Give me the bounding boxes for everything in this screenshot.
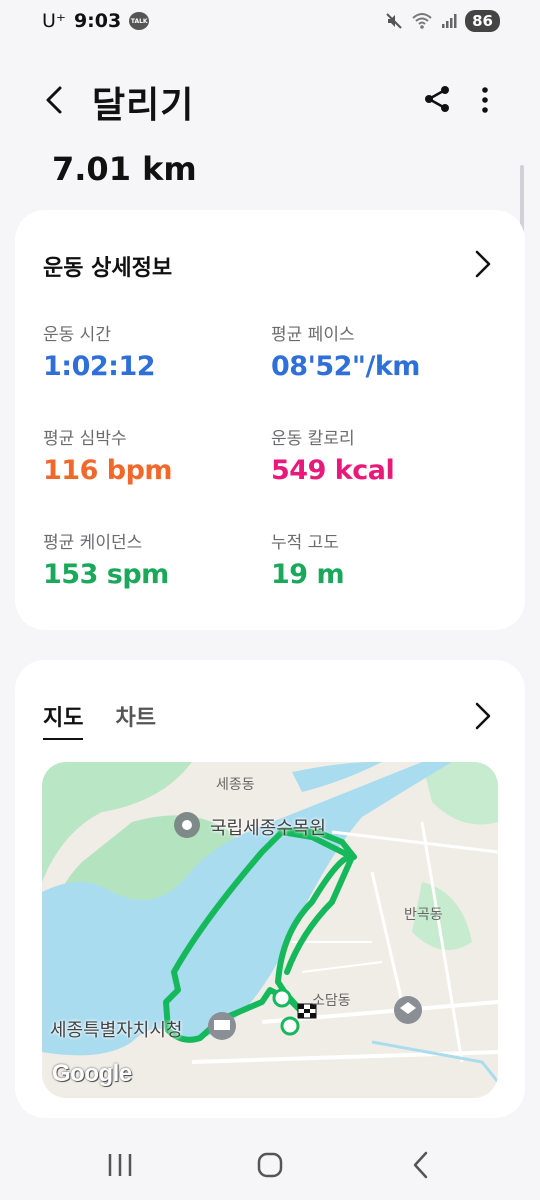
map-canvas [42, 762, 498, 1083]
details-expand-button[interactable] [467, 246, 497, 282]
map-attribution: Google [52, 1060, 132, 1087]
back-button[interactable] [36, 80, 76, 120]
metric-cadence: 평균 케이던스 153 spm [43, 528, 169, 590]
home-icon [257, 1152, 283, 1178]
back-nav-button[interactable] [402, 1148, 442, 1182]
home-button[interactable] [250, 1148, 290, 1182]
page-title: 달리기 [92, 85, 195, 126]
recent-apps-button[interactable] [100, 1148, 140, 1182]
chevron-left-icon [46, 86, 62, 114]
metric-value: 1:02:12 [43, 351, 156, 382]
status-right: 86 [385, 10, 500, 32]
more-options-button[interactable] [470, 80, 500, 120]
battery-indicator: 86 [465, 10, 500, 32]
metric-label: 운동 시간 [43, 325, 111, 345]
mute-icon [386, 13, 402, 29]
metric-label: 평균 심박수 [43, 429, 127, 449]
metric-elevation: 누적 고도 19 m [271, 528, 345, 590]
share-button[interactable] [420, 82, 454, 116]
map-chart-tabs: 지도 차트 [43, 700, 156, 740]
map-label-sejong-dong: 세종동 [216, 777, 255, 793]
metric-label: 평균 페이스 [271, 325, 355, 345]
total-distance: 7.01 km [52, 150, 197, 188]
share-icon [425, 86, 449, 112]
map-expand-button[interactable] [467, 698, 497, 734]
details-title: 운동 상세정보 [43, 256, 173, 281]
status-time: 9:03 [73, 10, 122, 32]
status-left: U⁺ 9:03 TALK [42, 10, 150, 32]
tab-map[interactable]: 지도 [43, 700, 84, 740]
route-map-card: 지도 차트 세종동 국립세종수목원 반곡동 소담동 세종특별자치시청 Googl… [15, 660, 525, 1118]
chevron-right-icon [475, 250, 491, 278]
workout-details-card[interactable]: 운동 상세정보 운동 시간 1:02:12 평균 페이스 08'52"/km 평… [15, 210, 525, 630]
wifi-icon [412, 13, 432, 29]
tab-chart[interactable]: 차트 [115, 700, 155, 740]
more-vertical-icon [482, 87, 488, 113]
metric-value: 19 m [271, 559, 345, 590]
map-label-arboretum: 국립세종수목원 [210, 818, 326, 839]
map-label-sodam-dong: 소담동 [312, 993, 351, 1009]
metric-value: 116 bpm [43, 455, 173, 486]
metric-pace: 평균 페이스 08'52"/km [271, 320, 420, 382]
metric-label: 평균 케이던스 [43, 533, 143, 553]
route-map[interactable]: 세종동 국립세종수목원 반곡동 소담동 세종특별자치시청 Google [42, 762, 498, 1098]
app-header: 달리기 [0, 70, 540, 130]
metric-value: 153 spm [43, 559, 169, 590]
metric-heart-rate: 평균 심박수 116 bpm [43, 424, 173, 486]
talk-notification-icon: TALK [129, 12, 150, 30]
metric-value: 549 kcal [271, 455, 395, 486]
system-nav-bar [0, 1130, 540, 1200]
metric-calories: 운동 칼로리 549 kcal [271, 424, 395, 486]
back-icon [413, 1151, 428, 1179]
carrier-label: U⁺ [42, 10, 66, 32]
map-label-city-hall: 세종특별자치시청 [50, 1020, 183, 1041]
chevron-right-icon [475, 702, 491, 730]
signal-icon [442, 14, 457, 28]
metric-label: 누적 고도 [271, 533, 339, 553]
metric-duration: 운동 시간 1:02:12 [43, 320, 156, 382]
metric-label: 운동 칼로리 [271, 429, 355, 449]
recent-apps-icon [108, 1154, 132, 1176]
status-bar: U⁺ 9:03 TALK 86 [0, 0, 540, 46]
map-label-bangok-dong: 반곡동 [404, 907, 443, 923]
metric-value: 08'52"/km [271, 351, 420, 382]
